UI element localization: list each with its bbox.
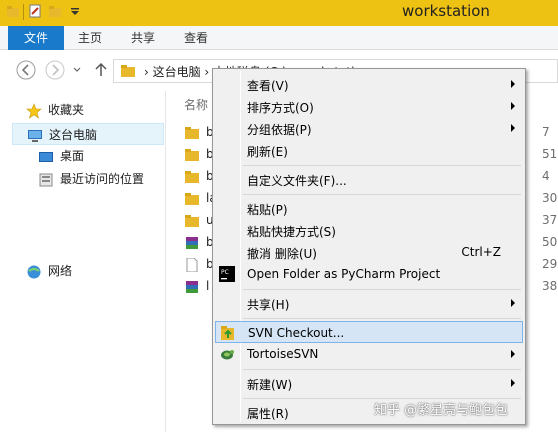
network-icon	[27, 265, 41, 278]
menu-item-paste[interactable]: 粘贴(P)	[215, 197, 523, 219]
menu-item-label: SVN Checkout...	[248, 326, 345, 340]
pycharm-icon: PC	[219, 266, 235, 282]
back-icon[interactable]	[15, 59, 37, 81]
submenu-arrow-icon	[511, 350, 515, 358]
tortoisesvn-icon	[221, 350, 234, 360]
submenu-arrow-icon	[511, 124, 515, 132]
desktop-icon	[39, 151, 53, 162]
up-arrow-icon[interactable]	[92, 59, 110, 81]
menu-item-label: TortoiseSVN	[247, 347, 319, 361]
tab-file[interactable]: 文件	[8, 26, 64, 50]
quick-access-dropdown-icon[interactable]	[68, 4, 82, 18]
menu-item-svn-checkout[interactable]: SVN Checkout...	[215, 321, 523, 343]
menu-separator	[243, 165, 521, 166]
menu-item-label: 共享(H)	[247, 298, 290, 312]
menu-item-label: 撤消 删除(U)	[247, 247, 317, 261]
file-name: l	[206, 279, 210, 293]
menu-item-group[interactable]: 分组依据(P)	[215, 117, 523, 139]
svg-text:PC: PC	[221, 269, 229, 276]
tab-home[interactable]: 主页	[78, 26, 102, 50]
folder-icon	[185, 127, 199, 139]
submenu-arrow-icon	[511, 80, 515, 88]
svn-checkout-icon	[221, 326, 234, 340]
new-folder-icon[interactable]	[48, 4, 62, 18]
menu-item-undo[interactable]: 撤消 删除(U) Ctrl+Z	[215, 241, 523, 263]
menu-item-shortcut: Ctrl+Z	[461, 245, 501, 259]
folder-icon	[185, 215, 199, 227]
computer-icon	[28, 129, 42, 142]
menu-item-label: 新建(W)	[247, 378, 293, 392]
nav-favorites-label: 收藏夹	[48, 103, 85, 117]
submenu-arrow-icon	[511, 379, 515, 387]
recent-places-icon	[39, 173, 53, 186]
menu-item-label: 粘贴快捷方式(S)	[247, 225, 336, 239]
menu-item-label: 查看(V)	[247, 79, 289, 93]
nav-thispc-label: 这台电脑	[49, 128, 98, 142]
title-bar: workstation	[0, 0, 558, 26]
folder-icon	[7, 6, 19, 17]
folder-icon	[185, 193, 199, 205]
file-meta: 4	[542, 169, 550, 183]
menu-item-share[interactable]: 共享(H)	[215, 292, 523, 314]
menu-separator	[243, 289, 521, 290]
folder-icon	[185, 149, 199, 161]
file-meta: 29	[542, 257, 558, 271]
file-meta: 37	[542, 213, 558, 227]
menu-item-new[interactable]: 新建(W)	[215, 372, 523, 394]
menu-separator	[243, 318, 521, 319]
nav-recent-label: 最近访问的位置	[60, 172, 145, 186]
menu-item-label: Open Folder as PyCharm Project	[247, 267, 441, 281]
menu-item-tortoisesvn[interactable]: TortoiseSVN	[215, 343, 523, 365]
menu-item-label: 粘贴(P)	[247, 203, 288, 217]
star-icon	[26, 102, 42, 119]
column-header-name[interactable]: 名称	[184, 96, 208, 113]
submenu-arrow-icon	[511, 299, 515, 307]
menu-item-label: 自定义文件夹(F)...	[247, 174, 347, 188]
nav-thispc[interactable]: 这台电脑	[12, 123, 164, 145]
folder-icon	[121, 65, 135, 77]
file-meta: 50	[542, 235, 558, 249]
menu-separator	[243, 194, 521, 195]
rar-archive-icon	[186, 237, 198, 249]
tab-share[interactable]: 共享	[131, 26, 155, 50]
nav-desktop-label: 桌面	[60, 149, 85, 163]
document-icon	[186, 258, 198, 272]
folder-icon	[185, 171, 199, 183]
ribbon-tabs: 文件 主页 共享 查看	[0, 26, 558, 50]
recent-locations-chevron-icon[interactable]	[72, 59, 82, 81]
window-title: workstation	[402, 2, 490, 20]
watermark: 知乎 @繁星亮与鲍包包	[374, 403, 509, 418]
file-meta: 51	[542, 147, 558, 161]
file-meta: 7	[542, 125, 550, 139]
nav-network-label: 网络	[48, 264, 73, 278]
menu-item-view[interactable]: 查看(V)	[215, 73, 523, 95]
nav-recent[interactable]: 最近访问的位置	[38, 168, 144, 190]
menu-item-label: 分组依据(P)	[247, 123, 312, 137]
rar-archive-icon	[186, 281, 198, 293]
menu-item-paste-shortcut[interactable]: 粘贴快捷方式(S)	[215, 219, 523, 241]
nav-network[interactable]: 网络	[26, 260, 72, 282]
menu-item-label: 排序方式(O)	[247, 101, 314, 115]
forward-icon[interactable]	[44, 59, 66, 81]
properties-icon[interactable]	[28, 4, 42, 18]
tab-view[interactable]: 查看	[184, 26, 208, 50]
context-menu: 查看(V) 排序方式(O) 分组依据(P) 刷新(E) 自定义文件夹(F)...…	[212, 68, 526, 425]
submenu-arrow-icon	[511, 102, 515, 110]
menu-item-label: 属性(R)	[247, 407, 289, 421]
menu-item-refresh[interactable]: 刷新(E)	[215, 139, 523, 161]
menu-item-customize[interactable]: 自定义文件夹(F)...	[215, 168, 523, 190]
nav-favorites[interactable]: 收藏夹	[26, 99, 84, 121]
menu-item-label: 刷新(E)	[247, 145, 288, 159]
menu-separator	[243, 369, 521, 370]
menu-item-pycharm[interactable]: PC Open Folder as PyCharm Project	[215, 263, 523, 285]
menu-item-sort[interactable]: 排序方式(O)	[215, 95, 523, 117]
toolbar-divider	[23, 4, 24, 20]
file-meta: 30	[542, 191, 558, 205]
file-meta: 38	[542, 279, 558, 293]
nav-desktop[interactable]: 桌面	[38, 145, 84, 167]
